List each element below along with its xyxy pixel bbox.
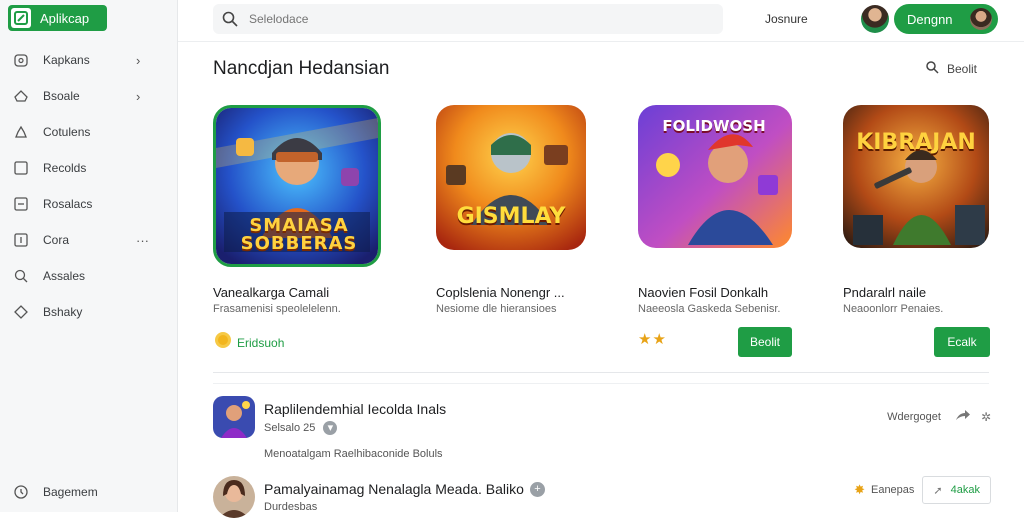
brand-label: Aplikcap <box>40 10 90 26</box>
sidebar: Aplikcap Kapkans › Bsoale › Cotulens Rec… <box>0 0 178 512</box>
list-item-action-label[interactable]: Wdergoget <box>887 411 941 423</box>
coin-icon <box>213 330 233 355</box>
list-item-actions: ✸ Eanepas ➚ 4akak <box>854 476 991 504</box>
app-art-title: GISMLAY <box>456 203 566 229</box>
sidebar-item-label: Bshaky <box>43 305 83 319</box>
sidebar-item-assales[interactable]: Assales <box>0 258 178 294</box>
list-item-meta-text: Selsalo 25 <box>264 422 316 434</box>
chevron-down-icon[interactable]: ▾ <box>323 421 338 435</box>
user-avatar <box>970 8 992 30</box>
sidebar-item-bshaky[interactable]: Bshaky <box>0 294 178 330</box>
list-item-title[interactable]: Pamalyainamag Nenalagla Meada. Baliko + <box>264 481 545 497</box>
app-title[interactable]: Vanealkarga Camali <box>213 285 329 300</box>
sidebar-item-recolds[interactable]: Recolds <box>0 150 178 186</box>
upload-icon <box>12 123 30 141</box>
app-title[interactable]: Coplslenia Nonengr ... <box>436 285 565 300</box>
app-art-title: FOLIDWOSH <box>662 117 766 135</box>
action-button-label: 4akak <box>950 484 980 496</box>
sidebar-item-label: Recolds <box>43 161 87 175</box>
sidebar-item-label: Bsoale <box>43 89 80 103</box>
app-subtitle: Frasamenisi speolelelenn. <box>213 303 341 315</box>
app-art-title: KIBRAJAN <box>856 129 976 155</box>
app-subtitle: Naeeosla Gaskeda Sebenisr. <box>638 303 781 315</box>
sidebar-item-label: Cotulens <box>43 125 91 139</box>
sidebar-item-kapkans[interactable]: Kapkans › <box>0 42 178 78</box>
text-icon <box>12 231 30 249</box>
more-dots-icon[interactable]: ··· <box>136 233 149 248</box>
action-button[interactable]: ➚ 4akak <box>922 476 991 504</box>
app-card[interactable]: FOLIDWOSH Naovien Fosil Donkalh Naeeosla… <box>638 105 828 370</box>
home-icon <box>12 87 30 105</box>
tag-icon <box>12 303 30 321</box>
sidebar-item-label: Kapkans <box>43 53 90 67</box>
stars-icon: ★★ <box>638 331 667 348</box>
search-icon <box>12 267 30 285</box>
sidebar-item-cotulens[interactable]: Cotulens <box>0 114 178 150</box>
chevron-right-icon: › <box>136 52 141 68</box>
square-icon <box>12 159 30 177</box>
list-item-action-label[interactable]: Eanepas <box>871 484 914 496</box>
chevron-right-icon: › <box>136 88 141 104</box>
app-icon[interactable] <box>213 396 255 438</box>
star-icon: ✸ <box>854 482 865 497</box>
list-icon <box>12 195 30 213</box>
section-divider <box>213 383 989 384</box>
sidebar-footer-label: Bagemem <box>43 485 98 499</box>
list-item-actions: Wdergoget ✲ <box>887 408 991 425</box>
search-icon <box>221 10 239 28</box>
brand-button[interactable]: Aplikcap <box>8 5 107 31</box>
clock-icon <box>12 51 30 69</box>
install-button[interactable]: Beolit <box>738 327 792 357</box>
sidebar-item-label: Rosalacs <box>43 197 93 211</box>
list-item-meta: Durdesbas <box>264 501 318 513</box>
app-title[interactable]: Naovien Fosil Donkalh <box>638 285 768 300</box>
app-subtitle: Nesiome dle hieransioes <box>436 303 557 315</box>
app-card[interactable]: GISMLAY Coplslenia Nonengr ... Nesiome d… <box>436 105 626 370</box>
app-card[interactable]: KIBRAJAN Pndaralrl naile Neaoonlorr Pena… <box>843 105 1024 370</box>
rating-label: Eridsuoh <box>237 335 285 350</box>
install-button[interactable]: Ecalk <box>934 327 990 357</box>
section-action-label: Beolit <box>947 61 978 76</box>
section-action-button[interactable]: Beolit <box>925 60 977 77</box>
section-divider <box>213 372 989 373</box>
settings-icon[interactable]: ✲ <box>981 410 991 424</box>
list-item[interactable]: Raplilendemhial Iecolda Inals Selsalo 25… <box>213 396 991 468</box>
app-card[interactable]: SMAIASA SOBBERAS Vanealkarga Camali Fras… <box>213 105 403 370</box>
list-item-title-text: Pamalyainamag Nenalagla Meada. Baliko <box>264 481 524 497</box>
top-link[interactable]: Josnure <box>765 12 808 26</box>
star-rating: ★★ <box>638 330 667 348</box>
list-item-meta: Selsalo 25 ▾ <box>264 421 338 435</box>
sidebar-item-label: Cora <box>43 233 70 247</box>
list-item[interactable]: Pamalyainamag Nenalagla Meada. Baliko + … <box>213 476 991 518</box>
avatar[interactable] <box>861 5 889 33</box>
app-title[interactable]: Pndaralrl naile <box>843 285 926 300</box>
sidebar-item-label: Assales <box>43 269 86 283</box>
sidebar-item-bsoale[interactable]: Bsoale › <box>0 78 178 114</box>
share-icon[interactable] <box>955 408 971 425</box>
list-item-description: Menoatalgam Raelhibaconide Boluls <box>264 448 443 460</box>
sidebar-item-rosalacs[interactable]: Rosalacs <box>0 186 178 222</box>
list-item-title[interactable]: Raplilendemhial Iecolda Inals <box>264 401 446 417</box>
app-logo-icon <box>11 8 31 28</box>
user-button-label: Dengnn <box>907 11 953 27</box>
sidebar-footer-item[interactable]: Bagemem <box>0 474 178 510</box>
sidebar-nav: Kapkans › Bsoale › Cotulens Recolds Rosa… <box>0 42 178 330</box>
topbar: Josnure Dengnn <box>178 0 1024 42</box>
search-icon <box>925 60 939 77</box>
app-subtitle: Neaoonlorr Penaies. <box>843 303 944 315</box>
add-icon[interactable]: + <box>529 481 545 497</box>
clock-icon <box>12 483 30 501</box>
app-art-title: SMAIASA SOBBERAS <box>240 215 358 254</box>
arrow-icon: ➚ <box>933 484 943 497</box>
rating-badge: Eridsuoh <box>213 330 284 355</box>
search-box[interactable] <box>213 4 723 34</box>
user-button[interactable]: Dengnn <box>894 4 998 34</box>
sidebar-item-cora[interactable]: Cora ··· <box>0 222 178 258</box>
section-title: Nancdjan Hedansian <box>213 58 390 79</box>
search-input[interactable] <box>249 12 669 26</box>
